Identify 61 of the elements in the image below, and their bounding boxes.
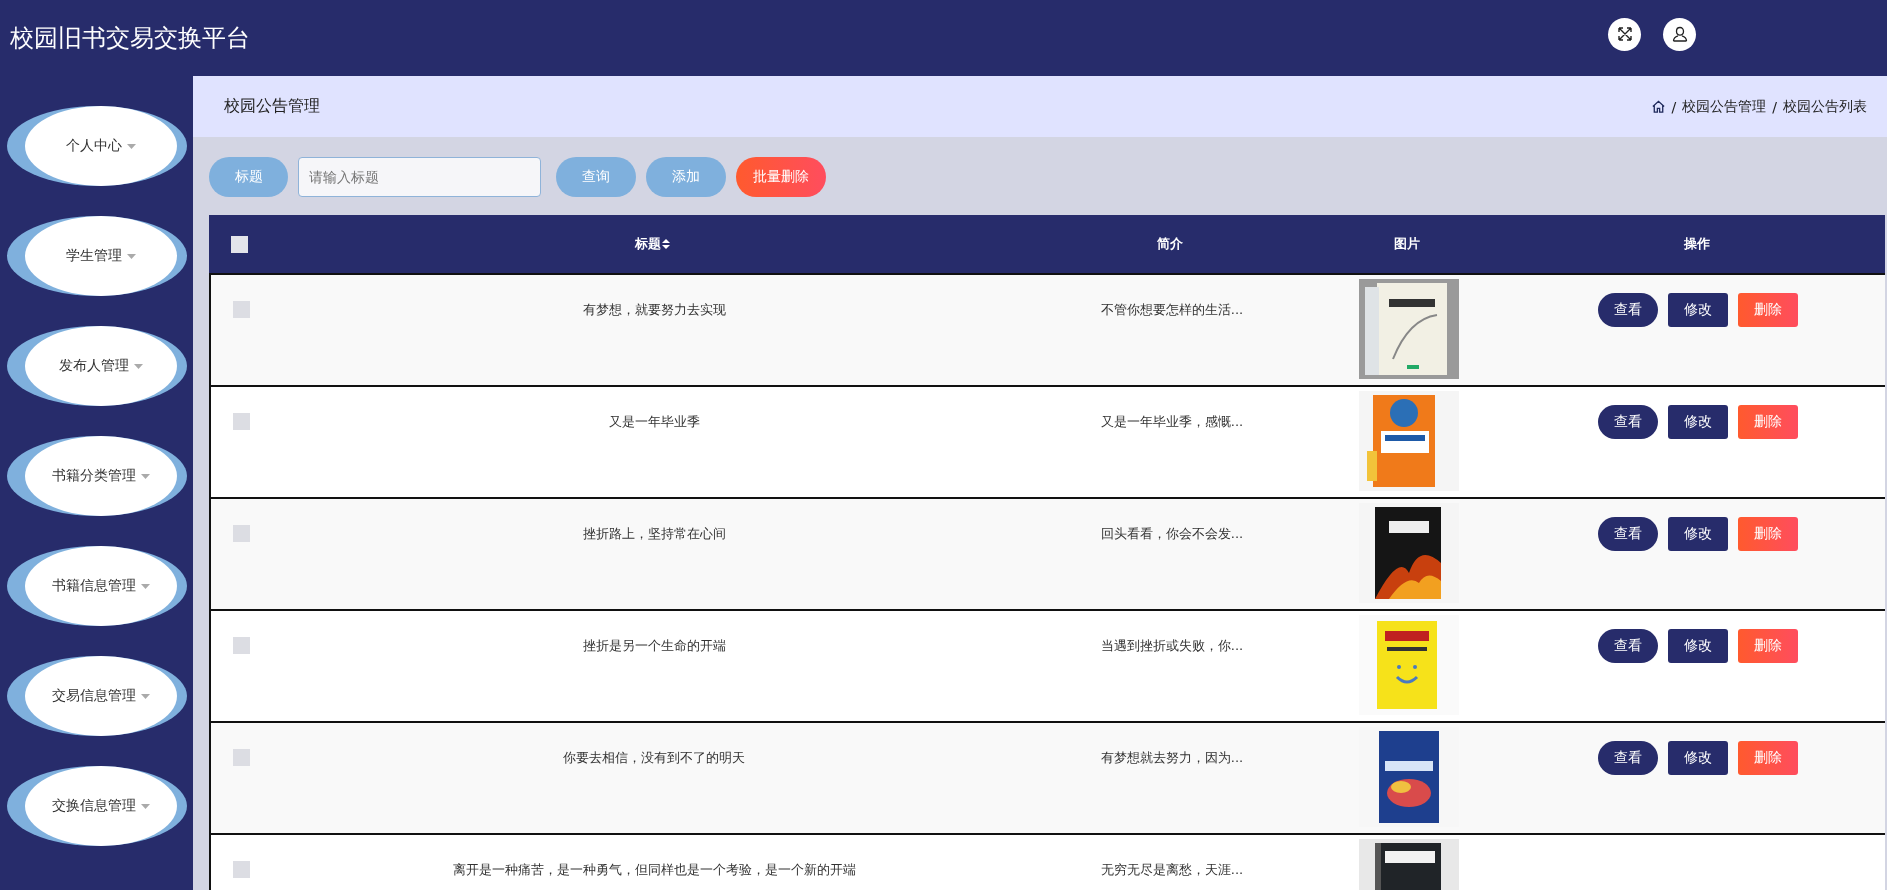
view-button[interactable]: 查看 — [1598, 293, 1658, 327]
view-button[interactable]: 查看 — [1598, 629, 1658, 663]
table-cell: 有梦想就去努力，因为... — [1100, 749, 1244, 767]
caret-icon — [140, 473, 150, 479]
caret-icon — [133, 363, 143, 369]
breadcrumb-separator: / — [1772, 98, 1777, 115]
checkbox[interactable] — [232, 637, 250, 654]
table-cell: 当遇到挫折或失败，你... — [1100, 637, 1244, 655]
checkbox[interactable] — [232, 749, 250, 766]
fullscreen-button[interactable] — [1608, 17, 1641, 51]
search-field[interactable]: 请输入标题 — [298, 157, 541, 197]
breadcrumb-separator: / — [1671, 98, 1677, 115]
user-button[interactable] — [1663, 17, 1696, 51]
sidebar-item[interactable]: 交易信息管理 — [6, 656, 187, 736]
table-cell: 不管你想要怎样的生活... — [1100, 301, 1244, 319]
sidebar-item[interactable]: 书籍信息管理 — [6, 546, 187, 626]
table-cell: 又是一年毕业季，感慨... — [1100, 413, 1244, 431]
breadcrumb-item[interactable]: 校园公告列表 — [1783, 97, 1867, 116]
column-header[interactable]: 标题 — [634, 235, 670, 253]
table-cell: 挫折路上，坚持常在心间 — [582, 525, 726, 543]
table-cell: 有梦想，就要努力去实现 — [582, 301, 726, 319]
app-title: 校园旧书交易交换平台 — [10, 23, 250, 54]
view-button[interactable]: 查看 — [1598, 405, 1658, 439]
column-header: 图片 — [1394, 235, 1420, 253]
table-cell: 回头看看，你会不会发... — [1100, 525, 1244, 543]
column-header: 简介 — [1157, 235, 1183, 253]
checkbox[interactable] — [230, 235, 248, 253]
search-label: 标题 — [209, 157, 288, 197]
edit-button[interactable]: 修改 — [1668, 741, 1728, 775]
table-cell: 你要去相信，没有到不了的明天 — [563, 749, 745, 767]
edit-button[interactable]: 修改 — [1668, 517, 1728, 551]
edit-button[interactable]: 修改 — [1668, 405, 1728, 439]
caret-icon — [126, 143, 136, 149]
edit-button[interactable]: 修改 — [1668, 293, 1728, 327]
sidebar-item[interactable]: 发布人管理 — [6, 326, 187, 406]
edit-button[interactable]: 修改 — [1668, 629, 1728, 663]
sidebar-item[interactable]: 个人中心 — [6, 106, 187, 186]
caret-icon — [140, 693, 150, 699]
caret-icon — [140, 583, 150, 589]
home-icon[interactable] — [1650, 99, 1666, 114]
page-title: 校园公告管理 — [224, 96, 320, 117]
column-header: 操作 — [1684, 235, 1710, 253]
checkbox[interactable] — [232, 861, 250, 878]
sidebar-item[interactable]: 学生管理 — [6, 216, 187, 296]
table-cell: 挫折是另一个生命的开端 — [582, 637, 726, 655]
view-button[interactable]: 查看 — [1598, 517, 1658, 551]
caret-icon — [126, 253, 136, 259]
view-button[interactable]: 查看 — [1598, 741, 1658, 775]
breadcrumb-item[interactable]: 校园公告管理 — [1682, 97, 1767, 116]
table-cell: 离开是一种痛苦，是一种勇气，但同样也是一个考验，是一个新的开端 — [452, 861, 856, 879]
user-icon — [1670, 25, 1689, 43]
sort-icon[interactable] — [661, 239, 670, 249]
sidebar-item[interactable]: 书籍分类管理 — [6, 436, 187, 516]
sidebar-item[interactable]: 交换信息管理 — [6, 766, 187, 846]
checkbox[interactable] — [232, 525, 250, 542]
expand-icon — [1615, 25, 1634, 43]
checkbox[interactable] — [232, 301, 250, 318]
checkbox[interactable] — [232, 413, 250, 430]
caret-icon — [140, 803, 150, 809]
table-cell: 无穷无尽是离愁，天涯... — [1100, 861, 1244, 879]
table-cell: 又是一年毕业季 — [608, 413, 700, 431]
